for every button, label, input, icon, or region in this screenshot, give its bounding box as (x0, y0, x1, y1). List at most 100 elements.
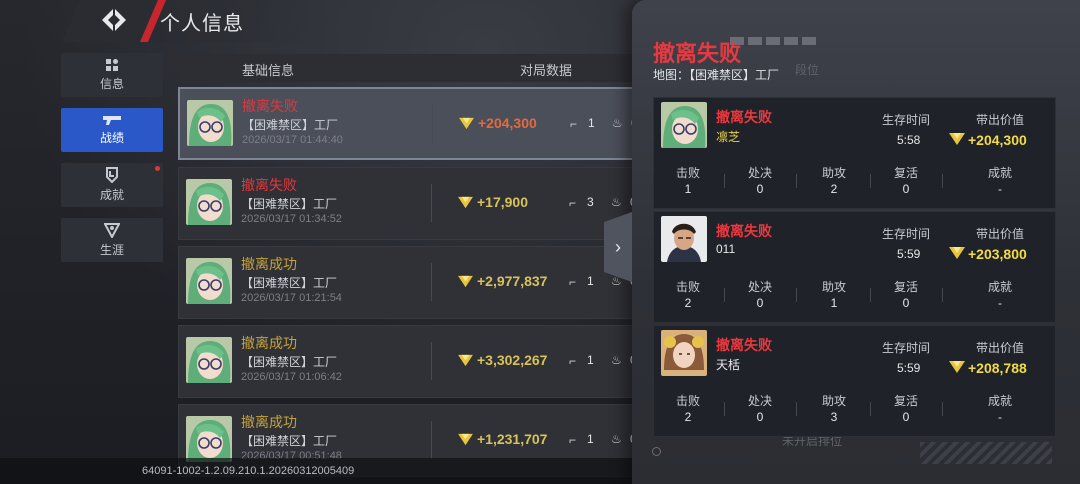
match-date: 2026/03/17 01:06:42 (241, 371, 342, 383)
back-icon (102, 9, 126, 31)
kill-count: 1 (587, 353, 594, 367)
stat-label: 击败 (676, 280, 701, 294)
stat-value: 0 (902, 410, 910, 424)
player-avatar (186, 258, 232, 304)
survival-time: 5:59 (897, 361, 921, 375)
match-map: 【困难禁区】工厂 (241, 355, 338, 369)
stat-label: 处决 (748, 394, 773, 408)
column-basic-info: 基础信息 (242, 63, 295, 78)
ghost-rank-text: 段位 (795, 63, 820, 77)
chevron-right-icon: › (615, 236, 621, 257)
collapse-panel-tab[interactable]: › (604, 212, 632, 282)
stat-value: - (998, 296, 1002, 310)
survival-time: 5:58 (897, 133, 921, 147)
value-gem-icon (948, 132, 966, 146)
match-row[interactable]: 撤离成功 【困难禁区】工厂 2026/03/17 01:06:42 +3,302,26… (178, 325, 638, 398)
match-status: 撤离成功 (241, 335, 297, 351)
carry-label: 带出价值 (976, 341, 1025, 355)
stat-divider (942, 174, 943, 188)
stat-divider (796, 402, 797, 416)
stat-divider (870, 288, 871, 302)
player-status: 撤离失败 (716, 109, 772, 125)
stat-label: 击败 (676, 394, 701, 408)
survival-time: 5:59 (897, 247, 921, 261)
stat-divider (724, 402, 725, 416)
stat-label: 成就 (988, 166, 1013, 180)
sidebar-item-label: 战绩 (99, 131, 124, 145)
stat-label: 复活 (894, 166, 919, 180)
match-date: 2026/03/17 01:44:40 (242, 134, 343, 146)
stat-value: 3 (830, 410, 838, 424)
stat-value: 0 (756, 182, 764, 196)
match-status: 撤离失败 (242, 98, 298, 114)
sidebar-item-achievements[interactable]: 成就 (61, 163, 163, 207)
player-avatar (661, 102, 707, 148)
row-divider (431, 263, 432, 301)
decor-circle (652, 447, 661, 456)
carry-value: +204,300 (968, 132, 1027, 148)
row-divider (432, 105, 433, 143)
panel-map: 地图：【困难禁区】工厂 (653, 68, 780, 82)
decor-stripes (920, 442, 1052, 464)
stat-label: 处决 (748, 166, 773, 180)
stat-divider (724, 288, 725, 302)
column-match-data: 对局数据 (520, 63, 573, 78)
stat-value: 2 (684, 296, 692, 310)
back-button[interactable] (88, 2, 138, 38)
player-avatar (186, 416, 232, 462)
survival-label: 生存时间 (882, 227, 931, 241)
stat-divider (724, 174, 725, 188)
row-divider (431, 342, 432, 380)
stat-label: 复活 (894, 280, 919, 294)
sidebar-item-record[interactable]: 战绩 (61, 108, 163, 152)
stat-value: 0 (756, 296, 764, 310)
survival-label: 生存时间 (882, 113, 931, 127)
career-icon (104, 223, 120, 238)
match-value: +2,977,837 (477, 273, 548, 289)
flame-icon: ♨ (611, 195, 622, 209)
player-name: 011 (716, 242, 736, 256)
kill-count: 3 (587, 195, 594, 209)
stat-value: 0 (902, 296, 910, 310)
stat-value: 0 (902, 182, 910, 196)
stat-label: 击败 (676, 166, 701, 180)
player-card: 撤离失败 凛芝 生存时间 5:58 带出价值 +204,300 击败 1 处决 0 助攻 2 复活 0 成就… (653, 97, 1056, 209)
page-title: 个人信息 (160, 13, 244, 35)
sidebar-item-label: 生涯 (99, 243, 124, 257)
player-avatar (186, 337, 232, 383)
player-avatar (661, 330, 707, 376)
match-value: +17,900 (477, 194, 528, 210)
match-status: 撤离成功 (241, 256, 297, 272)
stat-label: 复活 (894, 394, 919, 408)
player-name: 凛芝 (716, 130, 741, 144)
value-gem-icon (948, 360, 966, 374)
match-row[interactable]: 撤离失败 【困难禁区】工厂 2026/03/17 01:44:40 +204,300 ⌐… (178, 87, 638, 160)
match-row[interactable]: 撤离成功 【困难禁区】工厂 2026/03/17 01:21:54 +2,977,83… (178, 246, 638, 319)
stat-label: 成就 (988, 394, 1013, 408)
match-map: 【困难禁区】工厂 (242, 118, 339, 132)
sidebar-item-label: 信息 (99, 77, 124, 91)
sidebar-item-info[interactable]: 信息 (61, 53, 163, 97)
sidebar-item-career[interactable]: 生涯 (61, 218, 163, 262)
stat-value: 1 (684, 182, 692, 196)
player-name: 天栝 (716, 358, 741, 372)
flame-icon: ♨ (611, 432, 622, 446)
row-divider (431, 421, 432, 459)
kill-count: 1 (587, 274, 594, 288)
match-value: +204,300 (478, 115, 537, 131)
value-gem-icon (458, 117, 475, 130)
match-map: 【困难禁区】工厂 (241, 434, 338, 448)
table-header: 基础信息 对局数据 (178, 54, 638, 82)
version-text: 64091-1002-1.2.09.210.1.20260312005409 (142, 465, 355, 477)
match-row[interactable]: 撤离失败 【困难禁区】工厂 2026/03/17 01:34:52 +17,900 ⌐ 3… (178, 167, 638, 240)
sidebar-item-label: 成就 (99, 188, 124, 202)
badge-icon (106, 167, 118, 183)
match-value: +1,231,707 (477, 431, 548, 447)
player-status: 撤离失败 (716, 223, 772, 239)
gun-icon: ⌐ (569, 275, 577, 289)
stat-value: - (998, 182, 1002, 196)
stat-value: - (998, 410, 1002, 424)
player-card: 撤离失败 天栝 生存时间 5:59 带出价值 +208,788 击败 2 处决 0 助攻 3 复活 0 成就… (653, 325, 1056, 437)
value-gem-icon (457, 196, 474, 209)
value-gem-icon (457, 354, 474, 367)
